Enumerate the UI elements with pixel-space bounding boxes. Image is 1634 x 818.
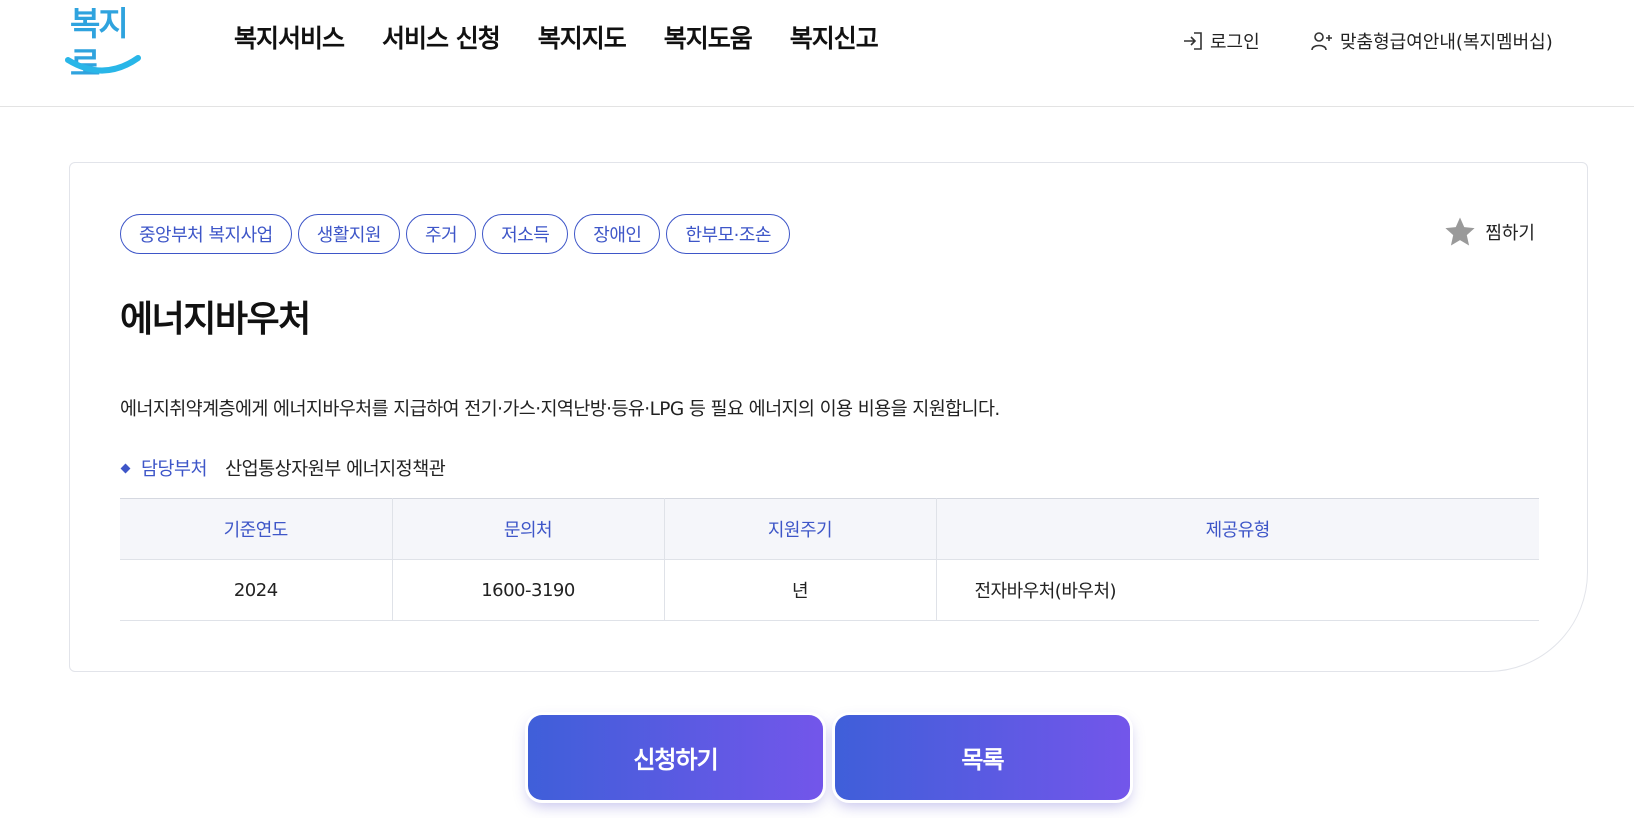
nav-welfare-map[interactable]: 복지지도 [538,18,627,60]
header-contact: 문의처 [392,498,665,560]
header-base-year: 기준연도 [120,498,393,560]
list-button[interactable]: 목록 [835,715,1130,800]
tag-housing: 주거 [405,214,477,254]
table-header-row: 기준연도 문의처 지원주기 제공유형 [120,498,1539,560]
login-icon [1184,32,1202,50]
service-description: 에너지취약계층에게 에너지바우처를 지급하여 전기·가스·지역난방·등유·LPG… [120,399,1000,420]
nav-service-application[interactable]: 서비스 신청 [382,18,501,60]
bokjiro-logo[interactable]: 복지로 [64,4,144,83]
table-row: 2024 1600-3190 년 전자바우처(바우처) [120,559,1539,621]
department-label: 담당부처 [141,459,208,480]
service-detail-card: 중앙부처 복지사업 생활지원 주거 저소득 장애인 한부모·조손 찜하기 에너지… [69,162,1588,672]
header-support-cycle: 지원주기 [664,498,937,560]
cell-provision-type: 전자바우처(바우처) [936,559,1539,621]
nav-welfare-help[interactable]: 복지도움 [664,18,753,60]
star-icon [1445,217,1475,246]
tag-living-support: 생활지원 [297,214,400,254]
login-link[interactable]: 로그인 [1182,28,1260,54]
header-provision-type: 제공유형 [936,498,1539,560]
tag-disabled: 장애인 [574,214,661,254]
logo-smile-icon [65,55,141,74]
service-title: 에너지바우처 [120,299,311,340]
department-value: 산업통상자원부 에너지정책관 [225,459,446,480]
membership-link[interactable]: 맞춤형급여안내(복지멤버십) [1310,28,1553,54]
category-tags: 중앙부처 복지사업 생활지원 주거 저소득 장애인 한부모·조손 [120,214,790,254]
user-add-icon [1311,32,1332,51]
cell-support-cycle: 년 [664,559,937,621]
diamond-bullet-icon [120,463,131,473]
cell-contact: 1600-3190 [392,559,665,621]
cell-base-year: 2024 [120,559,393,621]
department-row: 담당부처 산업통상자원부 에너지정책관 [120,455,446,481]
favorite-button[interactable]: 찜하기 [1443,215,1535,249]
main-nav: 복지서비스 서비스 신청 복지지도 복지도움 복지신고 [234,18,879,60]
apply-button[interactable]: 신청하기 [528,715,823,800]
nav-welfare-services[interactable]: 복지서비스 [234,18,345,60]
tag-central-ministry: 중앙부처 복지사업 [120,214,292,254]
favorite-label: 찜하기 [1485,223,1535,244]
service-info-table: 기준연도 문의처 지원주기 제공유형 2024 1600-3190 년 전자바우… [120,498,1539,621]
login-label: 로그인 [1210,32,1260,53]
tag-low-income: 저소득 [482,214,569,254]
tag-single-parent: 한부모·조손 [666,214,790,254]
membership-label: 맞춤형급여안내(복지멤버십) [1340,32,1553,53]
nav-welfare-report[interactable]: 복지신고 [790,18,879,60]
site-header: 복지로 복지서비스 서비스 신청 복지지도 복지도움 복지신고 로그인 맞춤형급… [0,0,1634,107]
